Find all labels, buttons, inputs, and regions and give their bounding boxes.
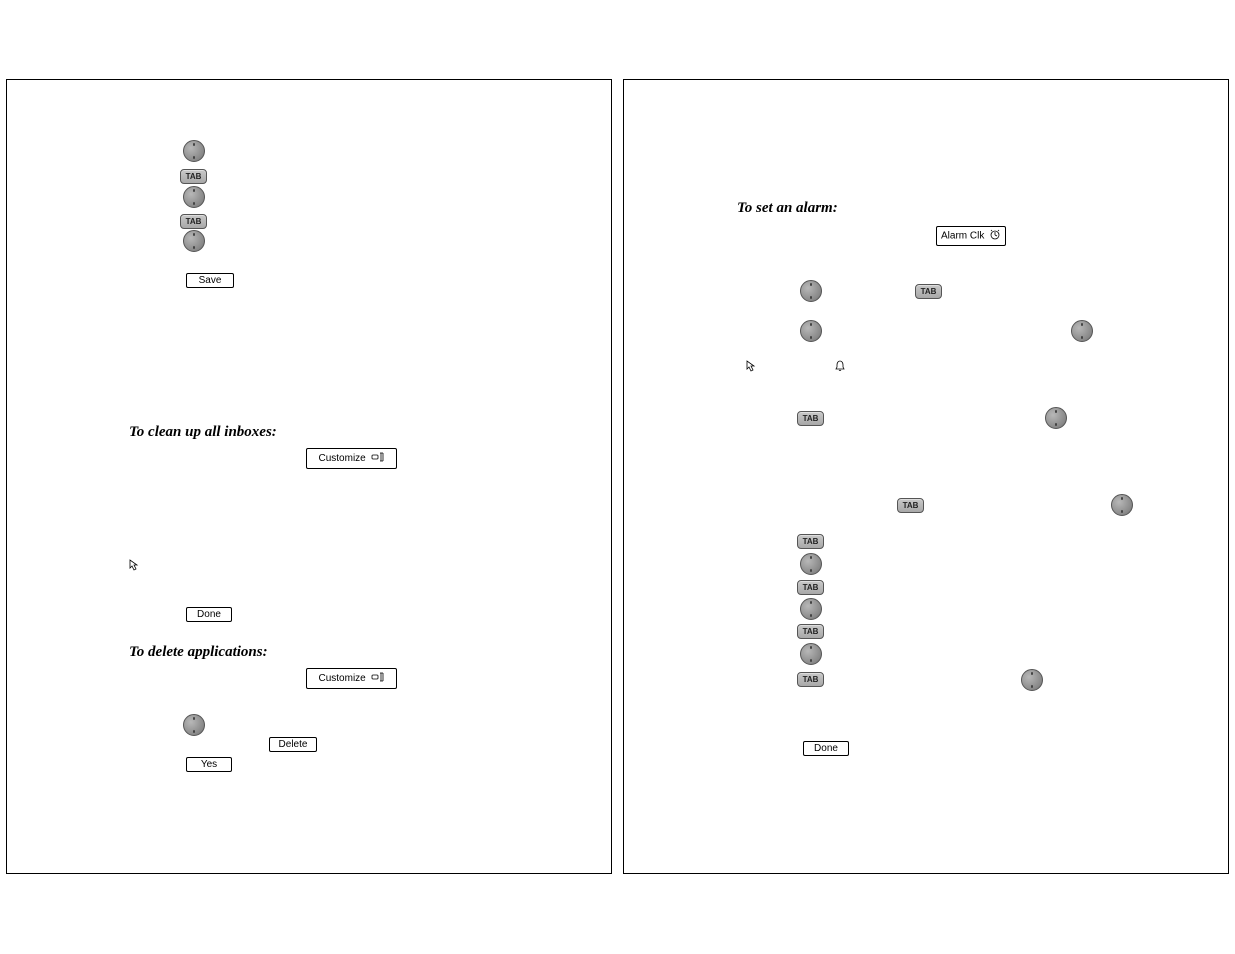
roller-icon xyxy=(800,598,822,620)
bell-icon xyxy=(834,359,846,371)
customize-button[interactable]: Customize xyxy=(306,448,397,469)
roller-icon xyxy=(800,643,822,665)
roller-icon xyxy=(183,230,205,252)
tab-key-icon: TAB xyxy=(180,214,207,229)
customize-label: Customize xyxy=(318,453,365,464)
heading-cleanup-inboxes: To clean up all inboxes: xyxy=(129,424,277,441)
page-left: TAB TAB Save To clean up all inboxes: Cu… xyxy=(6,79,612,874)
roller-icon xyxy=(1111,494,1133,516)
cursor-arrow-icon xyxy=(746,359,758,371)
tab-key-icon: TAB xyxy=(797,580,824,595)
tab-key-icon: TAB xyxy=(797,672,824,687)
roller-icon xyxy=(800,320,822,342)
wrench-icon xyxy=(371,671,385,686)
tab-key-icon: TAB xyxy=(797,411,824,426)
roller-icon xyxy=(183,714,205,736)
customize-button[interactable]: Customize xyxy=(306,668,397,689)
yes-button[interactable]: Yes xyxy=(186,757,232,772)
tab-key-icon: TAB xyxy=(797,534,824,549)
done-button[interactable]: Done xyxy=(803,741,849,756)
heading-delete-applications: To delete applications: xyxy=(129,644,268,661)
alarm-clock-icon xyxy=(989,229,1001,243)
roller-icon xyxy=(800,280,822,302)
wrench-icon xyxy=(371,451,385,466)
roller-icon xyxy=(183,140,205,162)
roller-icon xyxy=(800,553,822,575)
tab-key-icon: TAB xyxy=(897,498,924,513)
tab-key-icon: TAB xyxy=(797,624,824,639)
customize-label: Customize xyxy=(318,673,365,684)
delete-button[interactable]: Delete xyxy=(269,737,317,752)
roller-icon xyxy=(183,186,205,208)
alarm-clk-label: Alarm Clk xyxy=(941,231,984,242)
page-right: To set an alarm: Alarm Clk TAB TAB TAB T… xyxy=(623,79,1229,874)
done-button[interactable]: Done xyxy=(186,607,232,622)
roller-icon xyxy=(1071,320,1093,342)
tab-key-icon: TAB xyxy=(915,284,942,299)
save-button[interactable]: Save xyxy=(186,273,234,288)
heading-set-alarm: To set an alarm: xyxy=(737,200,838,217)
alarm-clk-button[interactable]: Alarm Clk xyxy=(936,226,1006,246)
tab-key-icon: TAB xyxy=(180,169,207,184)
roller-icon xyxy=(1021,669,1043,691)
cursor-arrow-icon xyxy=(129,558,141,570)
roller-icon xyxy=(1045,407,1067,429)
